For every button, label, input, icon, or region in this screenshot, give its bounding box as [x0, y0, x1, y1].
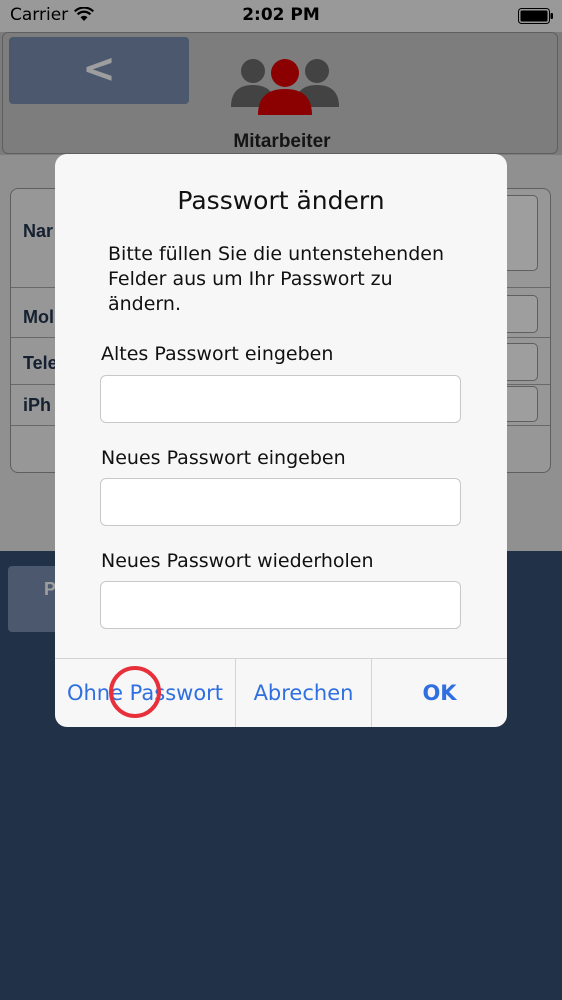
new-password-input[interactable]: [100, 478, 461, 526]
new-password-label: Neues Passwort eingeben: [101, 447, 346, 469]
tap-indicator: [109, 666, 161, 718]
repeat-password-label: Neues Passwort wiederholen: [101, 550, 374, 572]
ok-button[interactable]: OK: [372, 659, 507, 727]
repeat-password-input[interactable]: [100, 581, 461, 629]
old-password-input[interactable]: [100, 375, 461, 423]
old-password-label: Altes Passwort eingeben: [101, 343, 334, 365]
cancel-button[interactable]: Abrechen: [236, 659, 371, 727]
change-password-dialog: Passwort ändern Bitte füllen Sie die unt…: [55, 154, 507, 727]
dialog-title: Passwort ändern: [177, 186, 385, 215]
dialog-message: Bitte füllen Sie die untenstehenden Feld…: [108, 243, 445, 315]
